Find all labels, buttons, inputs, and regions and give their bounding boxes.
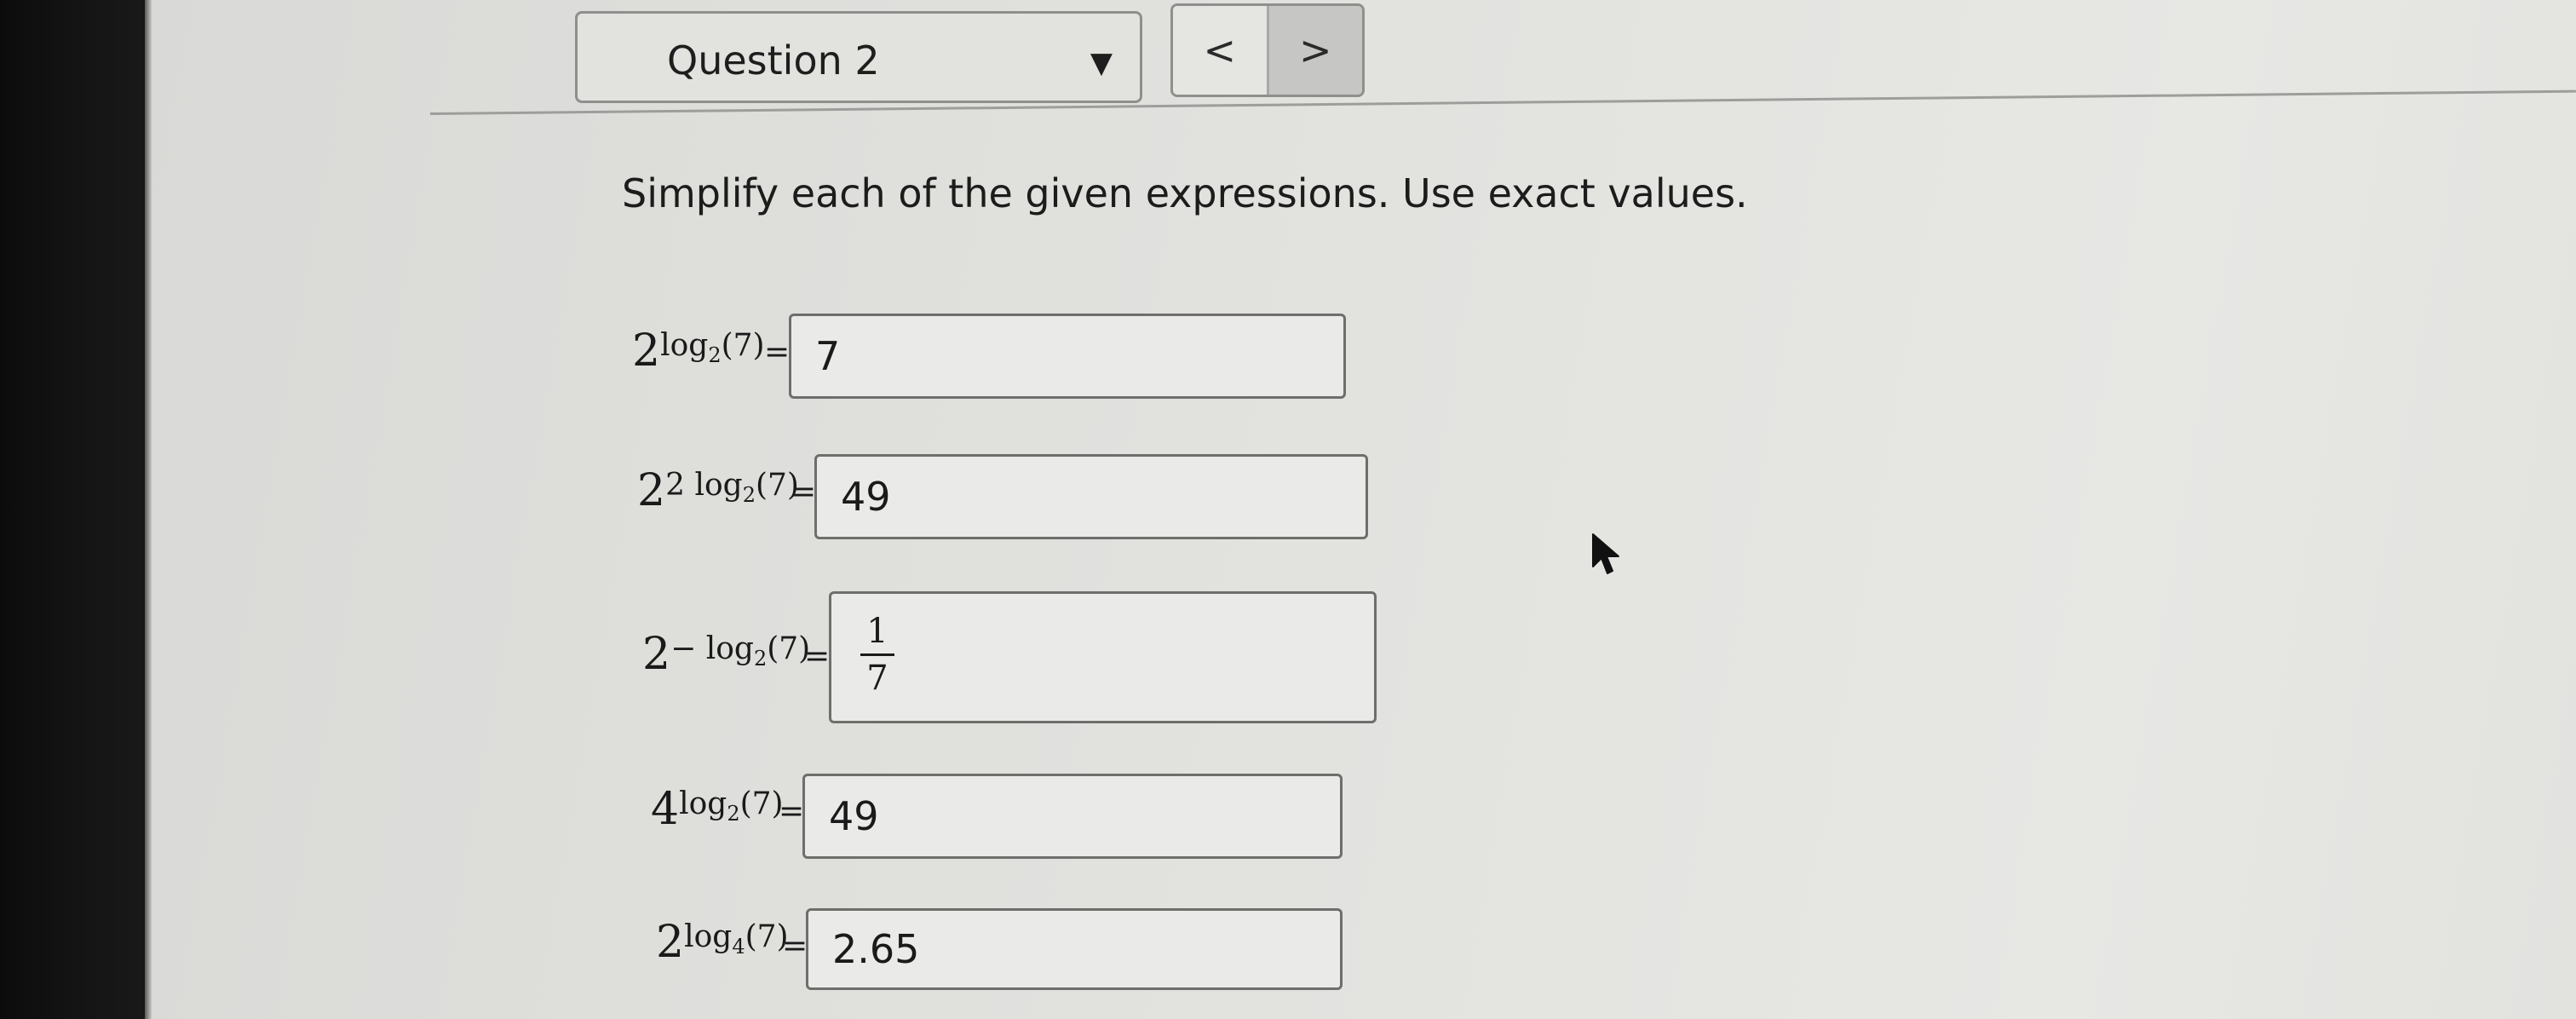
fraction-numerator: 1 bbox=[866, 612, 888, 651]
fraction-denominator: 7 bbox=[866, 659, 888, 698]
answer-value: 49 bbox=[829, 793, 879, 839]
question-nav: < > bbox=[1170, 3, 1365, 97]
answer-input-5[interactable]: 2.65 bbox=[806, 908, 1343, 990]
chevron-left-icon: < bbox=[1203, 27, 1237, 73]
chevron-right-icon: > bbox=[1298, 27, 1332, 73]
answer-value: 2.65 bbox=[832, 926, 920, 972]
answer-value: 7 bbox=[815, 333, 841, 379]
equals-sign: = bbox=[804, 639, 831, 674]
fraction-answer: 1 7 bbox=[860, 611, 894, 699]
fraction-bar bbox=[860, 653, 894, 656]
next-question-button[interactable]: > bbox=[1268, 6, 1362, 95]
equals-sign: = bbox=[779, 794, 805, 829]
answer-value: 49 bbox=[841, 474, 891, 520]
previous-question-button[interactable]: < bbox=[1173, 6, 1269, 95]
equals-sign: = bbox=[791, 475, 817, 510]
screen-edge bbox=[145, 0, 152, 1019]
caret-down-icon: ▼ bbox=[1090, 46, 1113, 80]
expression-2: 22 log2(7) bbox=[637, 465, 799, 516]
equals-sign: = bbox=[764, 335, 791, 370]
question-selector[interactable]: Question 2 ▼ bbox=[575, 11, 1142, 103]
question-selector-label: Question 2 bbox=[667, 37, 880, 83]
expression-1: 2log2(7) bbox=[632, 325, 765, 377]
answer-input-2[interactable]: 49 bbox=[814, 454, 1368, 539]
expression-4: 4log2(7) bbox=[651, 784, 784, 835]
mouse-pointer-icon bbox=[1592, 533, 1619, 574]
question-instructions: Simplify each of the given expressions. … bbox=[622, 170, 1748, 216]
answer-input-1[interactable]: 7 bbox=[789, 314, 1346, 399]
equals-sign: = bbox=[782, 929, 808, 964]
expression-5: 2log4(7) bbox=[656, 917, 789, 968]
answer-input-3[interactable]: 1 7 bbox=[829, 591, 1377, 723]
expression-3: 2− log2(7) bbox=[642, 629, 811, 680]
answer-input-4[interactable]: 49 bbox=[802, 774, 1343, 859]
